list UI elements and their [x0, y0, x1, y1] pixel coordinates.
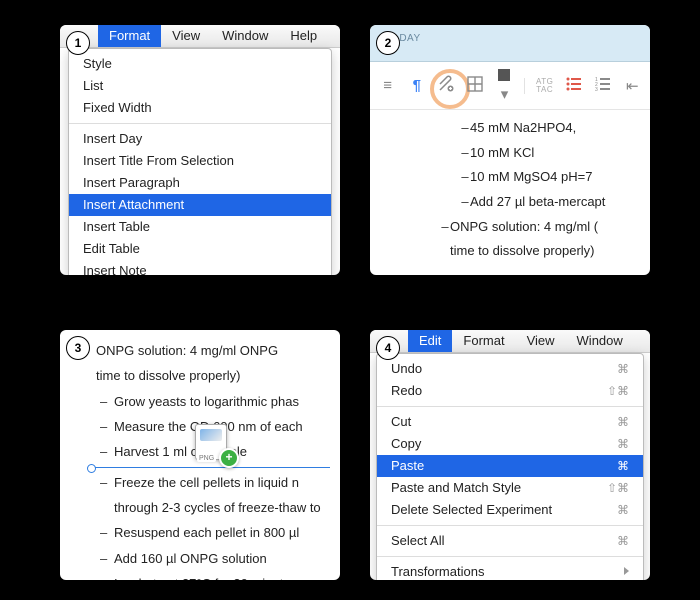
outdent-icon[interactable]: ⇤: [623, 77, 642, 95]
step-badge-3: 3: [66, 336, 90, 360]
menu-view[interactable]: View: [161, 25, 211, 47]
day-tab[interactable]: 1 DAY: [370, 25, 650, 62]
menu-item-insert-table[interactable]: Insert Table: [69, 216, 331, 238]
toolbar-divider: [524, 78, 525, 94]
menu-item-insert-title[interactable]: Insert Title From Selection: [69, 150, 331, 172]
list-item: Freeze the cell pellets in liquid n: [74, 470, 340, 495]
list-item: time to dissolve properly): [74, 363, 340, 388]
menu-separator: [377, 525, 643, 526]
menu-item-paste-match-style[interactable]: Paste and Match Style⇧⌘: [377, 477, 643, 499]
menu-edit[interactable]: Edit: [408, 330, 452, 352]
list-item: –Add 27 µl beta-mercapt: [370, 190, 650, 215]
menu-item-undo[interactable]: Undo⌘: [377, 358, 643, 380]
panel-2-toolbar: 2 1 DAY ≡ ¶ ▾ ATGTAC 123 ⇤ –45 mM Na2HPO…: [370, 25, 650, 275]
menu-format[interactable]: Format: [98, 25, 161, 47]
paragraph-icon[interactable]: ¶: [407, 77, 426, 94]
list-item: Resuspend each pellet in 800 µl: [74, 520, 340, 545]
panel-3-drag-drop: 3 ONPG solution: 4 mg/ml ONPG time to di…: [60, 330, 340, 580]
svg-text:3: 3: [595, 87, 598, 91]
menu-window[interactable]: Window: [566, 330, 634, 352]
sequence-icon[interactable]: ATGTAC: [535, 78, 554, 94]
step-badge-1: 1: [66, 31, 90, 55]
menu-item-paste[interactable]: Paste⌘: [377, 455, 643, 477]
table-icon[interactable]: [466, 76, 485, 96]
menu-item-insert-day[interactable]: Insert Day: [69, 128, 331, 150]
list-item: Grow yeasts to logarithmic phas: [74, 389, 340, 414]
menu-item-cut[interactable]: Cut⌘: [377, 411, 643, 433]
document-body[interactable]: ONPG solution: 4 mg/ml ONPG time to diss…: [60, 330, 340, 580]
numbered-list-icon[interactable]: 123: [594, 77, 613, 95]
panel-1-format-menu: 1 Format View Window Help Style List Fix…: [60, 25, 340, 275]
menu-separator: [69, 123, 331, 124]
menu-item-delete-experiment[interactable]: Delete Selected Experiment⌘: [377, 499, 643, 521]
editor-toolbar: ≡ ¶ ▾ ATGTAC 123 ⇤: [370, 62, 650, 110]
list-item: –ONPG solution: 4 mg/ml (: [370, 215, 650, 240]
chevron-right-icon: [622, 563, 629, 580]
step-badge-4: 4: [376, 336, 400, 360]
list-item: Incubate at 37°C for 30 minutes: [74, 571, 340, 580]
list-item: –45 mM Na2HPO4,: [370, 116, 650, 141]
menu-item-fixed-width[interactable]: Fixed Width: [69, 97, 331, 119]
menu-help[interactable]: Help: [279, 25, 328, 47]
menu-item-edit-table[interactable]: Edit Table: [69, 238, 331, 260]
menu-separator: [377, 556, 643, 557]
color-swatch-icon[interactable]: ▾: [495, 68, 514, 103]
list-item: ONPG solution: 4 mg/ml ONPG: [74, 338, 340, 363]
align-icon[interactable]: ≡: [378, 77, 397, 94]
bulleted-list-icon[interactable]: [564, 77, 583, 95]
menu-item-insert-paragraph[interactable]: Insert Paragraph: [69, 172, 331, 194]
list-item: –10 mM MgSO4 pH=7: [370, 165, 650, 190]
document-body: –45 mM Na2HPO4, –10 mM KCl –10 mM MgSO4 …: [370, 110, 650, 264]
list-item: through 2-3 cycles of freeze-thaw to: [74, 495, 340, 520]
menu-item-select-all[interactable]: Select All⌘: [377, 530, 643, 552]
list-item: time to dissolve properly): [370, 239, 650, 264]
menu-window[interactable]: Window: [211, 25, 279, 47]
menu-item-list[interactable]: List: [69, 75, 331, 97]
edit-dropdown: Undo⌘ Redo⇧⌘ Cut⌘ Copy⌘ Paste⌘ Paste and…: [376, 353, 644, 580]
format-dropdown: Style List Fixed Width Insert Day Insert…: [68, 48, 332, 275]
menubar: Edit Format View Window: [370, 330, 650, 353]
menubar: Format View Window Help: [60, 25, 340, 48]
menu-format[interactable]: Format: [452, 330, 515, 352]
menu-view[interactable]: View: [516, 330, 566, 352]
panel-4-edit-menu: 4 Edit Format View Window Undo⌘ Redo⇧⌘ C…: [370, 330, 650, 580]
menu-item-style[interactable]: Style: [69, 53, 331, 75]
step-badge-2: 2: [376, 31, 400, 55]
menu-item-insert-note[interactable]: Insert Note: [69, 260, 331, 275]
menu-item-copy[interactable]: Copy⌘: [377, 433, 643, 455]
list-item: Add 160 µl ONPG solution: [74, 546, 340, 571]
list-item: Harvest 1 ml of sample: [74, 439, 340, 464]
insert-attachment-icon[interactable]: [436, 75, 455, 97]
list-item: Measure the OD 600 nm of each: [74, 414, 340, 439]
insertion-caret-line: [92, 467, 330, 468]
menu-item-transformations[interactable]: Transformations: [377, 561, 643, 580]
list-item: –10 mM KCl: [370, 141, 650, 166]
menu-item-redo[interactable]: Redo⇧⌘: [377, 380, 643, 402]
menu-item-insert-attachment[interactable]: Insert Attachment: [69, 194, 331, 216]
menu-separator: [377, 406, 643, 407]
